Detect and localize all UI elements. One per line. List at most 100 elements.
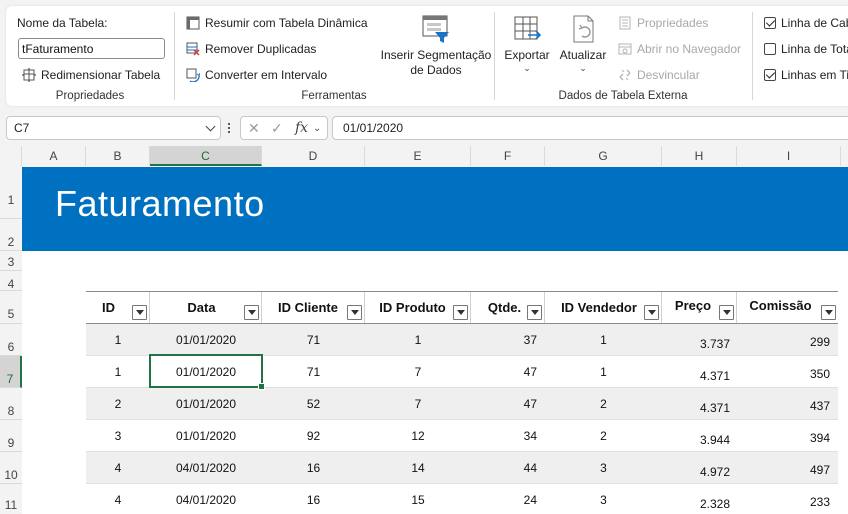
cell-id-cliente[interactable]: 52 xyxy=(262,388,365,420)
filter-dropdown-icon[interactable] xyxy=(347,305,362,320)
cell-data[interactable]: 01/01/2020 xyxy=(150,324,262,356)
cell-comissao[interactable]: 233 xyxy=(737,486,830,514)
enter-icon[interactable]: ✓ xyxy=(271,120,283,137)
cell-id-vendedor[interactable]: 1 xyxy=(545,356,662,388)
header-cell-id-vendedor[interactable]: ID Vendedor xyxy=(545,292,662,323)
column-header-h[interactable]: H xyxy=(662,146,737,166)
cancel-icon[interactable]: ✕ xyxy=(248,120,260,137)
cell-qtde[interactable]: 44 xyxy=(471,452,537,484)
cell-id-produto[interactable]: 7 xyxy=(365,356,471,388)
column-header-f[interactable]: F xyxy=(471,146,545,166)
filter-dropdown-icon[interactable] xyxy=(821,305,836,320)
row-header-3[interactable]: 3 xyxy=(0,251,22,271)
cell-qtde[interactable]: 34 xyxy=(471,420,537,452)
column-header-a[interactable]: A xyxy=(22,146,86,166)
cell-id-produto[interactable]: 7 xyxy=(365,388,471,420)
cell-id-cliente[interactable]: 16 xyxy=(262,452,365,484)
table-name-input[interactable] xyxy=(18,38,165,59)
cell-qtde[interactable]: 47 xyxy=(471,388,537,420)
cell-id-vendedor[interactable]: 1 xyxy=(545,324,662,356)
refresh-button[interactable]: Atualizar ⌄ xyxy=(554,14,612,73)
cell-qtde[interactable]: 24 xyxy=(471,484,537,514)
cell-id[interactable]: 2 xyxy=(86,388,150,420)
cell-data[interactable]: 01/01/2020 xyxy=(150,388,262,420)
select-all-corner[interactable] xyxy=(0,146,22,166)
cell-comissao[interactable]: 350 xyxy=(737,358,830,390)
column-header-g[interactable]: G xyxy=(545,146,662,166)
cell-id-cliente[interactable]: 16 xyxy=(262,484,365,514)
insert-slicer-button[interactable]: Inserir Segmentação de Dados xyxy=(380,14,492,78)
cell-comissao[interactable]: 497 xyxy=(737,454,830,486)
cell-id-vendedor[interactable]: 2 xyxy=(545,420,662,452)
filter-dropdown-icon[interactable] xyxy=(132,305,147,320)
row-header-2[interactable]: 2 xyxy=(0,219,22,251)
column-header-e[interactable]: E xyxy=(365,146,471,166)
cell-qtde[interactable]: 47 xyxy=(471,356,537,388)
header-cell-id[interactable]: ID xyxy=(86,292,150,323)
export-button[interactable]: Exportar ⌄ xyxy=(502,14,552,73)
cell-id-cliente[interactable]: 71 xyxy=(262,356,365,388)
cell-id-produto[interactable]: 15 xyxy=(365,484,471,514)
fx-chevron-down-icon[interactable]: ⌄ xyxy=(313,123,321,134)
name-box[interactable]: C7 xyxy=(6,116,221,140)
header-cell-preco[interactable]: Preço xyxy=(662,292,737,323)
column-header-c[interactable]: C xyxy=(150,146,262,166)
cell-id-produto[interactable]: 1 xyxy=(365,324,471,356)
row-header-10[interactable]: 10 xyxy=(0,452,22,484)
row-header-8[interactable]: 8 xyxy=(0,388,22,420)
row-header-4[interactable]: 4 xyxy=(0,271,22,291)
cell-id-cliente[interactable]: 92 xyxy=(262,420,365,452)
row-header-9[interactable]: 9 xyxy=(0,420,22,452)
header-cell-id-cliente[interactable]: ID Cliente xyxy=(262,292,365,323)
cell-id-produto[interactable]: 14 xyxy=(365,452,471,484)
worksheet-grid[interactable]: Faturamento ID Data ID Cliente ID Produt… xyxy=(22,167,848,514)
cell-id-vendedor[interactable]: 3 xyxy=(545,484,662,514)
cell-id-produto[interactable]: 12 xyxy=(365,420,471,452)
filter-dropdown-icon[interactable] xyxy=(644,305,659,320)
pivot-summary-button[interactable]: Resumir com Tabela Dinâmica xyxy=(186,16,368,30)
row-header-7[interactable]: 7 xyxy=(0,356,22,388)
row-header-5[interactable]: 5 xyxy=(0,291,22,324)
column-header-i[interactable]: I xyxy=(737,146,841,166)
cell-id-vendedor[interactable]: 3 xyxy=(545,452,662,484)
filter-dropdown-icon[interactable] xyxy=(527,305,542,320)
cell-comissao[interactable]: 299 xyxy=(737,326,830,358)
remove-duplicates-button[interactable]: Remover Duplicadas xyxy=(186,42,316,56)
external-properties-button[interactable]: Propriedades xyxy=(618,16,708,30)
cell-id-cliente[interactable]: 71 xyxy=(262,324,365,356)
column-header-d[interactable]: D xyxy=(262,146,365,166)
header-cell-data[interactable]: Data xyxy=(150,292,262,323)
row-header-1[interactable]: 1 xyxy=(0,167,22,219)
header-cell-comissao[interactable]: Comissão xyxy=(737,292,838,323)
more-options-icon[interactable] xyxy=(228,123,231,135)
header-cell-id-produto[interactable]: ID Produto xyxy=(365,292,471,323)
cell-id[interactable]: 4 xyxy=(86,452,150,484)
cell-comissao[interactable]: 437 xyxy=(737,390,830,422)
resize-table-button[interactable]: Redimensionar Tabela xyxy=(22,68,160,82)
filter-dropdown-icon[interactable] xyxy=(453,305,468,320)
total-row-checkbox[interactable]: Linha de Tota xyxy=(764,42,848,56)
header-row-checkbox[interactable]: Linha de Cab xyxy=(764,16,848,30)
convert-range-button[interactable]: Converter em Intervalo xyxy=(186,68,327,83)
banded-rows-checkbox[interactable]: Linhas em Ti xyxy=(764,68,848,82)
name-box-chevron-down-icon[interactable] xyxy=(205,121,216,132)
filter-dropdown-icon[interactable] xyxy=(719,305,734,320)
cell-id-vendedor[interactable]: 2 xyxy=(545,388,662,420)
cell-data[interactable]: 04/01/2020 xyxy=(150,484,262,514)
filter-dropdown-icon[interactable] xyxy=(244,305,259,320)
cell-id[interactable]: 1 xyxy=(86,356,150,388)
row-header-11[interactable]: 11 xyxy=(0,484,22,514)
row-header-6[interactable]: 6 xyxy=(0,324,22,356)
active-cell-selection[interactable] xyxy=(149,354,265,390)
cell-id[interactable]: 4 xyxy=(86,484,150,514)
cell-preco[interactable]: 2.328 xyxy=(662,488,730,514)
cell-id[interactable]: 3 xyxy=(86,420,150,452)
cell-data[interactable]: 04/01/2020 xyxy=(150,452,262,484)
header-cell-qtde[interactable]: Qtde. xyxy=(471,292,545,323)
formula-input[interactable]: 01/01/2020 xyxy=(332,116,848,140)
cell-data[interactable]: 01/01/2020 xyxy=(150,420,262,452)
column-header-b[interactable]: B xyxy=(86,146,150,166)
open-in-browser-button[interactable]: Abrir no Navegador xyxy=(618,42,741,56)
cell-qtde[interactable]: 37 xyxy=(471,324,537,356)
unlink-button[interactable]: Desvincular xyxy=(618,68,700,82)
